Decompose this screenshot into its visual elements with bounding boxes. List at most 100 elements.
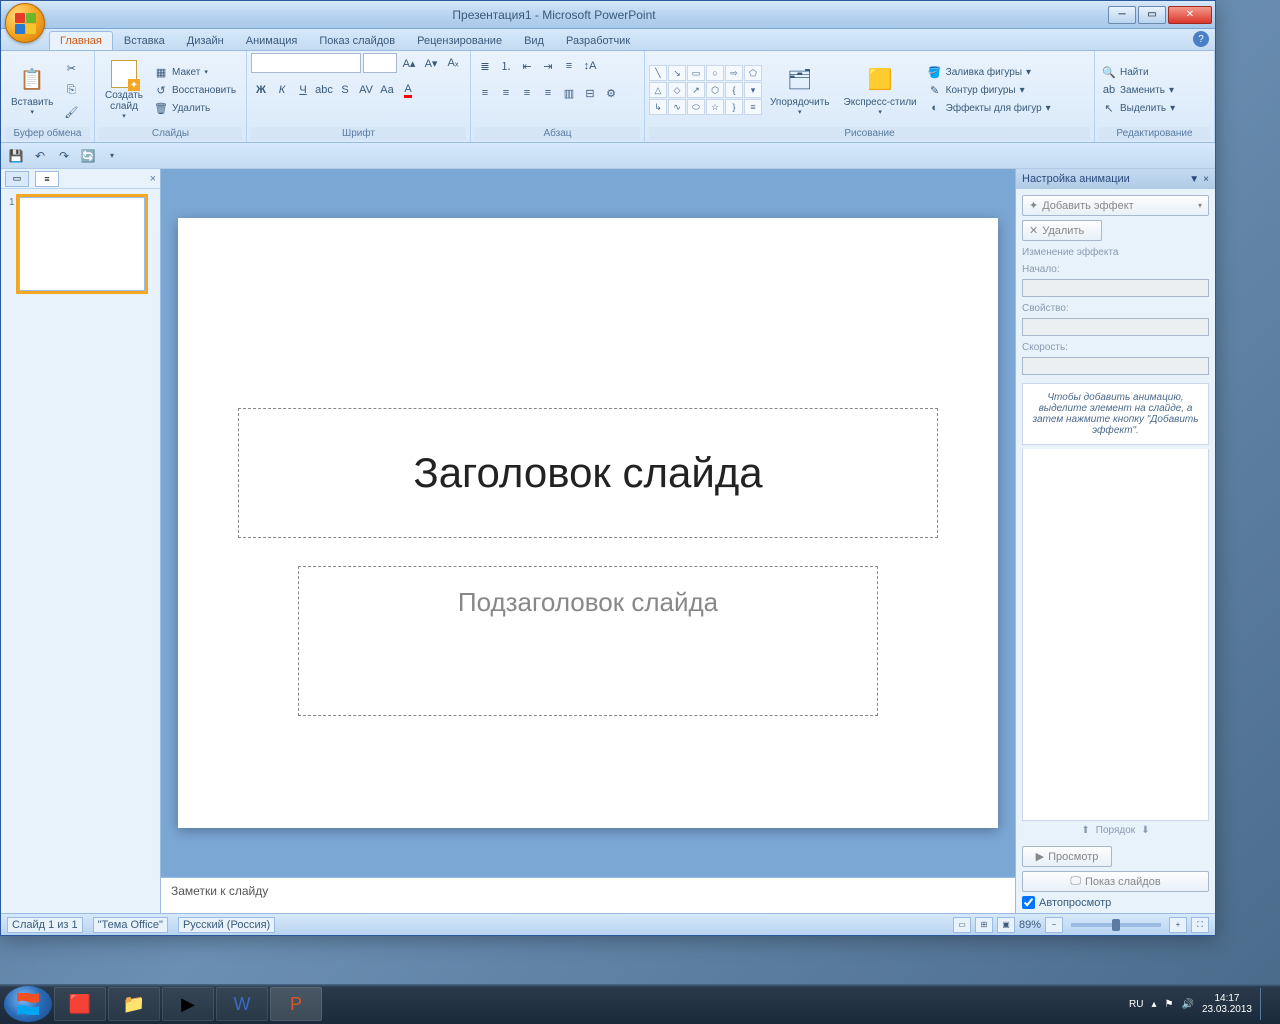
cut-button[interactable]: ✂ <box>61 58 81 78</box>
shape-fill-button[interactable]: 🪣Заливка фигуры ▾ <box>925 64 1054 80</box>
numbering-button[interactable]: ⒈ <box>496 56 516 76</box>
notes-pane[interactable]: Заметки к слайду <box>161 877 1015 913</box>
format-painter-button[interactable]: 🖌 <box>61 102 81 122</box>
find-button[interactable]: 🔍Найти <box>1099 64 1178 80</box>
panel-close[interactable]: × <box>150 173 156 185</box>
outline-tab[interactable]: ≡ <box>35 171 59 187</box>
bold-button[interactable]: Ж <box>251 80 271 100</box>
delete-button[interactable]: 🗑Удалить <box>151 100 239 116</box>
paste-button[interactable]: 📋 Вставить ▾ <box>5 55 59 125</box>
text-direction-button[interactable]: ↕A <box>580 56 600 76</box>
help-button[interactable]: ? <box>1193 31 1209 47</box>
char-spacing-button[interactable]: AV <box>356 80 376 100</box>
zoom-level[interactable]: 89% <box>1019 919 1041 931</box>
slide-thumbnail-1[interactable]: 1 <box>9 197 152 291</box>
slides-tab[interactable]: ▭ <box>5 171 29 187</box>
taskbar-explorer[interactable]: 📁 <box>108 987 160 1021</box>
qat-undo[interactable]: ↶ <box>31 147 49 165</box>
italic-button[interactable]: К <box>272 80 292 100</box>
increase-indent-button[interactable]: ⇥ <box>538 56 558 76</box>
zoom-out-button[interactable]: − <box>1045 917 1063 933</box>
bullets-button[interactable]: ≣ <box>475 56 495 76</box>
new-slide-button[interactable]: ✦ Создать слайд ▾ <box>99 55 149 125</box>
close-button[interactable]: ✕ <box>1168 6 1212 24</box>
align-right-button[interactable]: ≡ <box>517 83 537 103</box>
minimize-button[interactable]: ─ <box>1108 6 1136 24</box>
start-combo[interactable] <box>1022 279 1209 297</box>
taskbar-media[interactable]: ▶ <box>162 987 214 1021</box>
speed-combo[interactable] <box>1022 357 1209 375</box>
underline-button[interactable]: Ч <box>293 80 313 100</box>
reset-button[interactable]: ↺Восстановить <box>151 82 239 98</box>
taskpane-menu[interactable]: ▼ <box>1189 174 1199 185</box>
shapes-gallery[interactable]: ╲↘▭○⇨⬠ △◇↗⬡{▾ ↳∿⬭☆}≡ <box>649 65 762 115</box>
tab-review[interactable]: Рецензирование <box>406 31 513 50</box>
columns-button[interactable]: ▥ <box>559 83 579 103</box>
shadow-button[interactable]: S <box>335 80 355 100</box>
preview-button[interactable]: ▶ Просмотр <box>1022 846 1112 867</box>
tab-design[interactable]: Дизайн <box>176 31 235 50</box>
zoom-slider[interactable] <box>1071 923 1161 927</box>
tray-arrow-icon[interactable]: ▴ <box>1151 999 1156 1010</box>
strikethrough-button[interactable]: abc <box>314 80 334 100</box>
office-button[interactable] <box>5 3 45 43</box>
shape-outline-button[interactable]: ✎Контур фигуры ▾ <box>925 82 1054 98</box>
qat-redo[interactable]: ↷ <box>55 147 73 165</box>
tray-clock[interactable]: 14:17 23.03.2013 <box>1202 993 1252 1015</box>
subtitle-placeholder[interactable]: Подзаголовок слайда <box>298 566 878 716</box>
change-case-button[interactable]: Aa <box>377 80 397 100</box>
remove-effect-button[interactable]: ✕Удалить <box>1022 220 1102 241</box>
qat-preview[interactable]: 🔄 <box>79 147 97 165</box>
tray-language[interactable]: RU <box>1129 999 1143 1010</box>
grow-font-button[interactable]: A▴ <box>399 53 419 73</box>
justify-button[interactable]: ≡ <box>538 83 558 103</box>
layout-button[interactable]: ▦Макет ▾ <box>151 64 239 80</box>
normal-view-button[interactable]: ▭ <box>953 917 971 933</box>
tray-flag-icon[interactable]: ⚑ <box>1165 999 1174 1010</box>
fit-button[interactable]: ⛶ <box>1191 917 1209 933</box>
start-button[interactable] <box>4 986 52 1022</box>
move-down-button[interactable]: ⬇ <box>1141 825 1149 836</box>
maximize-button[interactable]: ▭ <box>1138 6 1166 24</box>
qat-more[interactable]: ▾ <box>103 147 121 165</box>
property-combo[interactable] <box>1022 318 1209 336</box>
tab-slideshow[interactable]: Показ слайдов <box>308 31 406 50</box>
tab-home[interactable]: Главная <box>49 31 113 50</box>
arrange-button[interactable]: 🗂 Упорядочить▾ <box>764 55 836 125</box>
shape-effects-button[interactable]: ◐Эффекты для фигур ▾ <box>925 100 1054 116</box>
smartart-button[interactable]: ⚙ <box>601 83 621 103</box>
select-button[interactable]: ↖Выделить ▾ <box>1099 100 1178 116</box>
status-language[interactable]: Русский (Россия) <box>178 917 275 933</box>
slideshow-view-button[interactable]: ▣ <box>997 917 1015 933</box>
autopreview-checkbox[interactable]: Автопросмотр <box>1022 896 1209 909</box>
clear-formatting-button[interactable]: Aₓ <box>443 53 463 73</box>
taskbar-powerpoint[interactable]: P <box>270 987 322 1021</box>
taskbar-word[interactable]: W <box>216 987 268 1021</box>
show-desktop-button[interactable] <box>1260 988 1268 1020</box>
slide-canvas[interactable]: Заголовок слайда Подзаголовок слайда <box>178 218 998 828</box>
align-center-button[interactable]: ≡ <box>496 83 516 103</box>
title-placeholder[interactable]: Заголовок слайда <box>238 408 938 538</box>
font-size-combo[interactable] <box>363 53 397 73</box>
replace-button[interactable]: abЗаменить ▾ <box>1099 82 1178 98</box>
decrease-indent-button[interactable]: ⇤ <box>517 56 537 76</box>
align-text-button[interactable]: ⊟ <box>580 83 600 103</box>
move-up-button[interactable]: ⬆ <box>1081 825 1089 836</box>
tray-volume-icon[interactable]: 🔊 <box>1181 999 1193 1010</box>
tab-developer[interactable]: Разработчик <box>555 31 641 50</box>
line-spacing-button[interactable]: ≡ <box>559 56 579 76</box>
copy-button[interactable]: ⎘ <box>61 80 81 100</box>
font-name-combo[interactable] <box>251 53 361 73</box>
shrink-font-button[interactable]: A▾ <box>421 53 441 73</box>
add-effect-button[interactable]: ✦Добавить эффект ▾ <box>1022 195 1209 216</box>
qat-save[interactable]: 💾 <box>7 147 25 165</box>
canvas-viewport[interactable]: Заголовок слайда Подзаголовок слайда <box>161 169 1015 877</box>
taskpane-close[interactable]: × <box>1203 174 1209 185</box>
font-color-button[interactable]: A <box>398 80 418 100</box>
align-left-button[interactable]: ≡ <box>475 83 495 103</box>
quick-styles-button[interactable]: 🟨 Экспресс-стили▾ <box>838 55 923 125</box>
zoom-in-button[interactable]: + <box>1169 917 1187 933</box>
taskbar-opera[interactable]: 🟥 <box>54 987 106 1021</box>
tab-insert[interactable]: Вставка <box>113 31 176 50</box>
slideshow-button[interactable]: 🖵 Показ слайдов <box>1022 871 1209 892</box>
